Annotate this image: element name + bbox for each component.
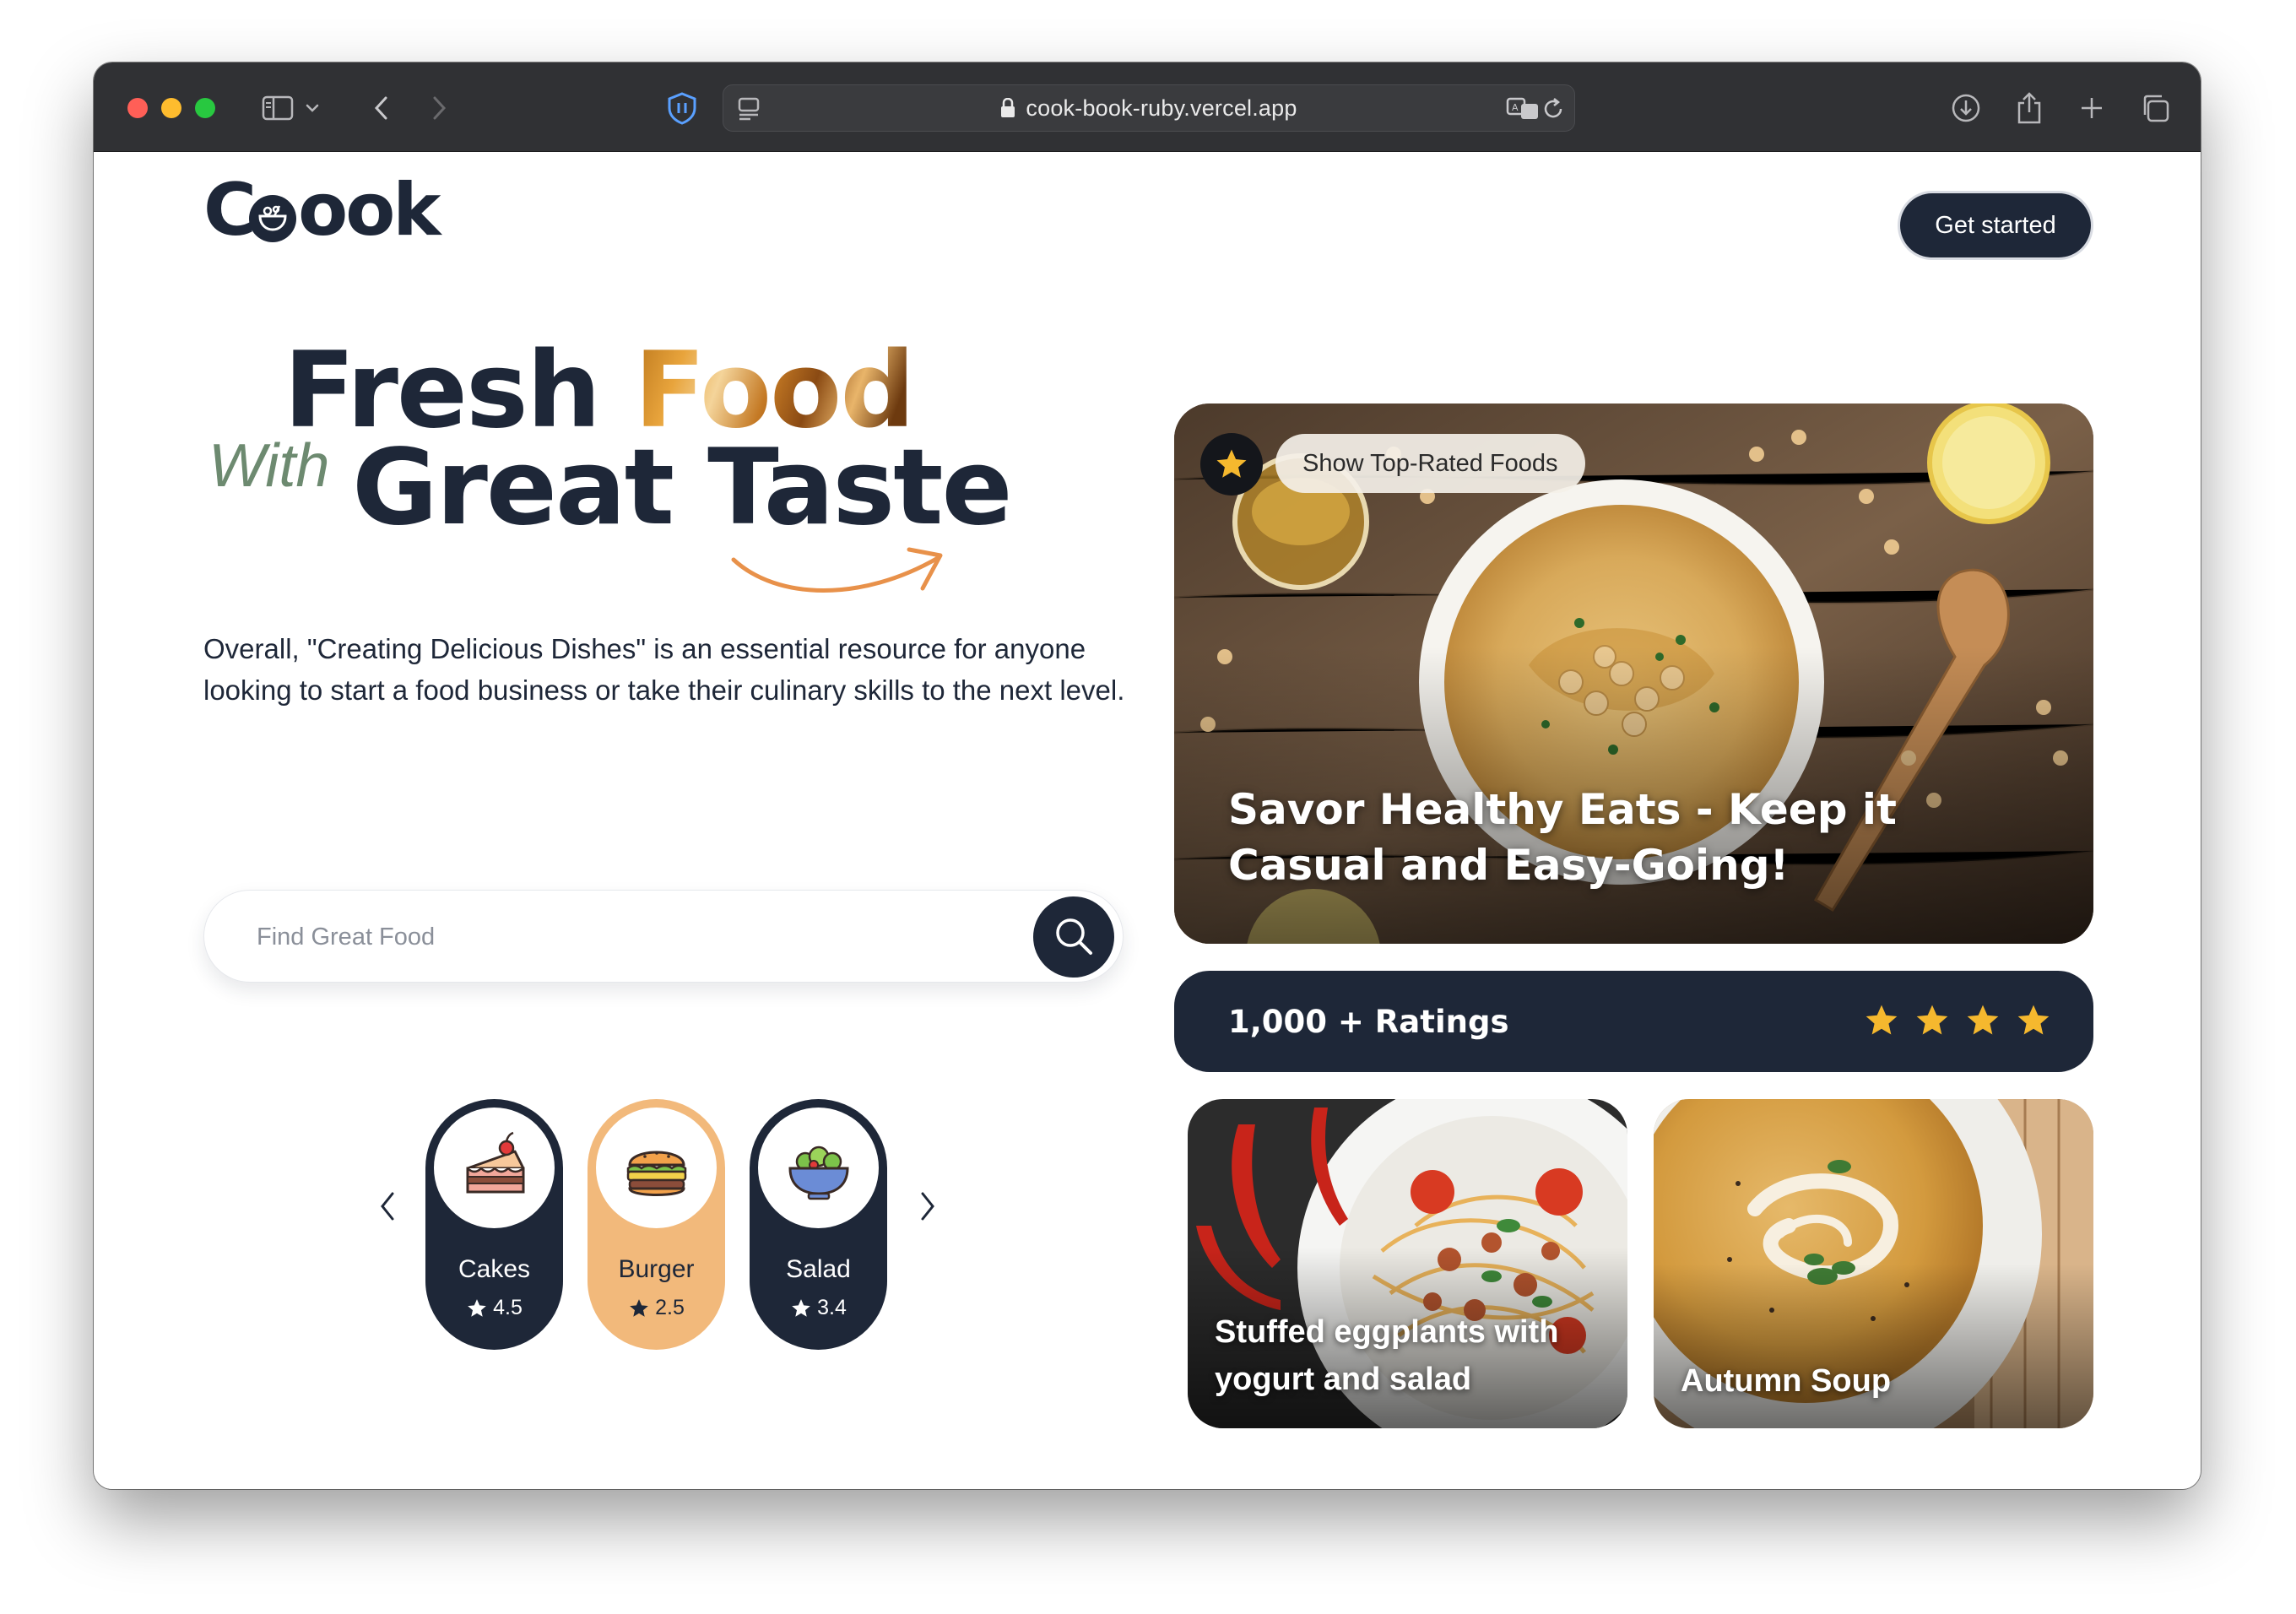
ratings-count: 1,000 + Ratings	[1228, 1003, 1509, 1040]
category-rating-value: 2.5	[655, 1296, 685, 1319]
featured-title: Savor Healthy Eats - Keep it Casual and …	[1228, 785, 1897, 890]
category-cakes[interactable]: Cakes 4.5	[425, 1099, 563, 1350]
featured-food-card[interactable]: Show Top-Rated Foods Savor Healthy Eats …	[1174, 404, 2093, 944]
star-icon	[630, 1298, 648, 1317]
carousel-next-button[interactable]	[911, 1182, 945, 1232]
download-icon[interactable]	[1947, 88, 1985, 128]
search-icon	[1052, 914, 1096, 961]
logo-suffix: ook	[298, 168, 441, 252]
category-rating: 3.4	[790, 1296, 847, 1320]
minimize-window-button[interactable]	[161, 98, 181, 118]
dish-title: Autumn Soup	[1681, 1363, 1892, 1399]
dish-title: Stuffed eggplants with yogurt and salad	[1215, 1314, 1559, 1397]
url-text: cook-book-ruby.vercel.app	[1026, 95, 1297, 121]
chevron-down-icon[interactable]	[302, 88, 322, 128]
browser-window: cook-book-ruby.vercel.app A C ook Get st…	[94, 62, 2201, 1489]
category-name: Cakes	[458, 1255, 531, 1283]
hero-description: Overall, "Creating Delicious Dishes" is …	[203, 633, 1125, 706]
category-rating-value: 3.4	[817, 1296, 847, 1319]
search-button[interactable]	[1033, 896, 1114, 978]
category-rating: 4.5	[466, 1296, 523, 1320]
dish-card-eggplants[interactable]: Stuffed eggplants with yogurt and salad	[1188, 1099, 1627, 1428]
new-tab-icon[interactable]	[2073, 88, 2110, 128]
forward-icon[interactable]	[425, 88, 455, 128]
hero-title-line2: Great Taste	[352, 427, 1013, 549]
star-icon	[1916, 1005, 1948, 1035]
star-icon	[792, 1298, 810, 1317]
get-started-button[interactable]: Get started	[1900, 193, 2091, 257]
curved-arrow-icon	[727, 541, 955, 620]
star-icon	[2017, 1005, 2050, 1035]
ratings-stars	[1863, 1002, 2052, 1039]
web-page: C ook Get started Fresh Food With Great …	[94, 153, 2201, 1489]
category-salad[interactable]: Salad 3.4	[750, 1099, 887, 1350]
star-icon	[1967, 1005, 1999, 1035]
share-icon[interactable]	[2011, 88, 2048, 128]
zoom-window-button[interactable]	[195, 98, 215, 118]
logo[interactable]: C ook	[203, 168, 441, 252]
ratings-bar: 1,000 + Ratings	[1174, 971, 2093, 1072]
star-icon	[1866, 1005, 1898, 1035]
translate-icon[interactable]: A	[1504, 89, 1541, 129]
search-input[interactable]	[257, 914, 999, 960]
burger-icon	[596, 1108, 717, 1228]
logo-prefix: C	[203, 168, 257, 252]
chevron-right-icon	[919, 1191, 936, 1224]
back-icon[interactable]	[366, 88, 396, 128]
search-box	[203, 890, 1124, 983]
star-icon	[468, 1298, 486, 1317]
salad-icon	[758, 1108, 879, 1228]
carousel-prev-button[interactable]	[371, 1182, 404, 1232]
hero-with-script: With	[208, 432, 330, 500]
show-top-rated-button[interactable]: Show Top-Rated Foods	[1275, 434, 1585, 493]
reload-icon[interactable]	[1538, 89, 1568, 129]
star-badge	[1200, 433, 1263, 496]
category-rating-value: 4.5	[493, 1296, 523, 1319]
tab-overview-icon[interactable]	[2136, 88, 2174, 128]
svg-text:A: A	[1512, 102, 1519, 113]
lock-icon	[1000, 98, 1015, 118]
address-bar[interactable]: cook-book-ruby.vercel.app A	[723, 84, 1575, 132]
category-burger[interactable]: Burger 2.5	[588, 1099, 725, 1350]
star-icon	[1216, 449, 1247, 478]
chevron-left-icon	[379, 1191, 396, 1224]
dish-card-autumn-soup[interactable]: Autumn Soup	[1654, 1099, 2093, 1428]
sidebar-icon[interactable]	[259, 88, 296, 128]
password-shield-icon[interactable]	[663, 88, 701, 128]
browser-toolbar: cook-book-ruby.vercel.app A	[94, 62, 2201, 152]
bowl-icon	[249, 195, 297, 242]
category-name: Salad	[786, 1255, 851, 1283]
cake-icon	[434, 1108, 555, 1228]
close-window-button[interactable]	[127, 98, 148, 118]
category-rating: 2.5	[628, 1296, 685, 1320]
category-name: Burger	[618, 1255, 695, 1283]
